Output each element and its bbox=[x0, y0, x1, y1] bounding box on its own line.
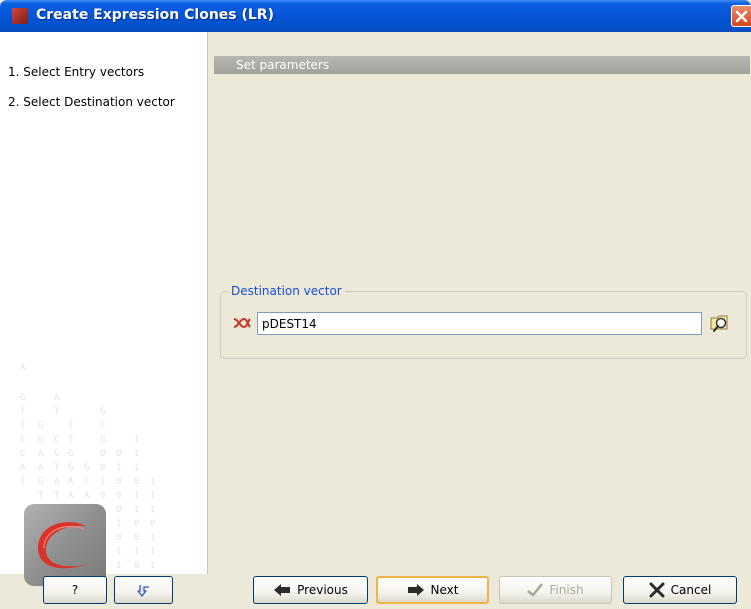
svg-text:T: T bbox=[54, 463, 60, 473]
svg-text:G: G bbox=[100, 407, 105, 417]
svg-text:1: 1 bbox=[116, 561, 121, 571]
svg-text:1: 1 bbox=[150, 491, 155, 501]
section-header: Set parameters bbox=[214, 56, 750, 74]
svg-text:1: 1 bbox=[100, 477, 105, 487]
svg-text:A: A bbox=[54, 477, 60, 487]
destination-vector-legend: Destination vector bbox=[228, 284, 345, 298]
svg-text:0: 0 bbox=[134, 533, 139, 543]
checkmark-icon bbox=[527, 583, 544, 597]
destination-vector-field[interactable] bbox=[257, 312, 702, 335]
cancel-label: Cancel bbox=[670, 583, 712, 597]
svg-text:A: A bbox=[38, 463, 44, 473]
clc-logo bbox=[24, 504, 106, 586]
restore-icon bbox=[136, 585, 149, 597]
title-bar[interactable]: Create Expression Clones (LR) bbox=[0, 0, 751, 32]
next-label: Next bbox=[430, 583, 459, 597]
svg-text:G: G bbox=[54, 449, 59, 459]
svg-text:0: 0 bbox=[116, 491, 121, 501]
svg-text:A: A bbox=[68, 491, 74, 501]
svg-text:A: A bbox=[54, 393, 60, 403]
svg-text:1: 1 bbox=[150, 505, 155, 515]
sequence-icon bbox=[233, 317, 251, 329]
svg-text:0: 0 bbox=[116, 505, 121, 515]
svg-text:G: G bbox=[38, 435, 43, 445]
wizard-window: Create Expression Clones (LR) 1. Select … bbox=[0, 0, 751, 609]
svg-text:1: 1 bbox=[134, 449, 139, 459]
logo-swoosh-icon bbox=[38, 522, 88, 569]
svg-text:A: A bbox=[68, 477, 74, 487]
restore-defaults-button[interactable] bbox=[114, 576, 173, 604]
previous-button[interactable]: Previous bbox=[253, 576, 368, 604]
svg-text:G: G bbox=[20, 393, 25, 403]
step-select-entry-vectors[interactable]: 1. Select Entry vectors bbox=[8, 65, 144, 79]
svg-text:1: 1 bbox=[134, 463, 139, 473]
svg-text:1: 1 bbox=[134, 505, 139, 515]
svg-text:T: T bbox=[20, 421, 26, 431]
svg-text:1: 1 bbox=[134, 547, 139, 557]
app-icon bbox=[12, 8, 28, 24]
svg-text:0: 0 bbox=[100, 491, 105, 501]
svg-text:0: 0 bbox=[134, 561, 139, 571]
svg-text:0: 0 bbox=[150, 519, 155, 529]
svg-text:C: C bbox=[84, 477, 89, 487]
window-title: Create Expression Clones (LR) bbox=[36, 7, 274, 23]
help-label: ? bbox=[71, 583, 79, 597]
svg-text:G: G bbox=[68, 449, 73, 459]
svg-text:C: C bbox=[54, 435, 59, 445]
svg-text:G: G bbox=[84, 463, 89, 473]
browse-folder-icon[interactable] bbox=[709, 313, 731, 333]
svg-text:C: C bbox=[100, 421, 105, 431]
svg-text:0: 0 bbox=[116, 533, 121, 543]
svg-text:A: A bbox=[20, 363, 26, 373]
svg-text:C: C bbox=[20, 449, 25, 459]
cancel-x-icon bbox=[649, 582, 665, 598]
svg-text:0: 0 bbox=[134, 519, 139, 529]
arrow-right-icon bbox=[407, 584, 424, 596]
close-button[interactable] bbox=[731, 5, 751, 27]
help-button[interactable]: ? bbox=[43, 576, 107, 604]
svg-text:T: T bbox=[20, 477, 26, 487]
svg-text:1: 1 bbox=[150, 533, 155, 543]
finish-label: Finish bbox=[549, 583, 584, 597]
svg-text:G: G bbox=[38, 477, 43, 487]
svg-text:1: 1 bbox=[150, 561, 155, 571]
svg-text:A: A bbox=[38, 449, 44, 459]
svg-text:0: 0 bbox=[134, 477, 139, 487]
svg-text:0: 0 bbox=[116, 477, 121, 487]
svg-text:G: G bbox=[38, 421, 43, 431]
svg-text:1: 1 bbox=[150, 547, 155, 557]
svg-text:1: 1 bbox=[134, 435, 139, 445]
svg-text:T: T bbox=[54, 407, 60, 417]
svg-text:0: 0 bbox=[100, 449, 105, 459]
svg-text:C: C bbox=[20, 435, 25, 445]
svg-text:G: G bbox=[68, 463, 73, 473]
cancel-button[interactable]: Cancel bbox=[623, 576, 737, 604]
finish-button[interactable]: Finish bbox=[499, 576, 612, 604]
svg-text:G: G bbox=[100, 435, 105, 445]
step-select-destination-vector[interactable]: 2. Select Destination vector bbox=[8, 95, 175, 109]
svg-text:1: 1 bbox=[116, 463, 121, 473]
svg-text:T: T bbox=[54, 491, 60, 501]
previous-label: Previous bbox=[297, 583, 348, 597]
svg-text:A: A bbox=[20, 463, 26, 473]
svg-text:1: 1 bbox=[150, 477, 155, 487]
svg-text:0: 0 bbox=[116, 449, 121, 459]
svg-text:0: 0 bbox=[100, 463, 105, 473]
arrow-left-icon bbox=[274, 584, 291, 596]
close-icon bbox=[735, 10, 748, 23]
svg-text:1: 1 bbox=[116, 519, 121, 529]
steps-panel: 1. Select Entry vectors 2. Select Destin… bbox=[0, 32, 208, 586]
next-button[interactable]: Next bbox=[376, 576, 489, 604]
svg-text:1: 1 bbox=[116, 547, 121, 557]
svg-text:A: A bbox=[84, 491, 90, 501]
svg-text:1: 1 bbox=[134, 491, 139, 501]
svg-text:T: T bbox=[38, 491, 44, 501]
svg-text:T: T bbox=[68, 421, 74, 431]
svg-text:T: T bbox=[68, 435, 74, 445]
svg-text:T: T bbox=[20, 407, 26, 417]
